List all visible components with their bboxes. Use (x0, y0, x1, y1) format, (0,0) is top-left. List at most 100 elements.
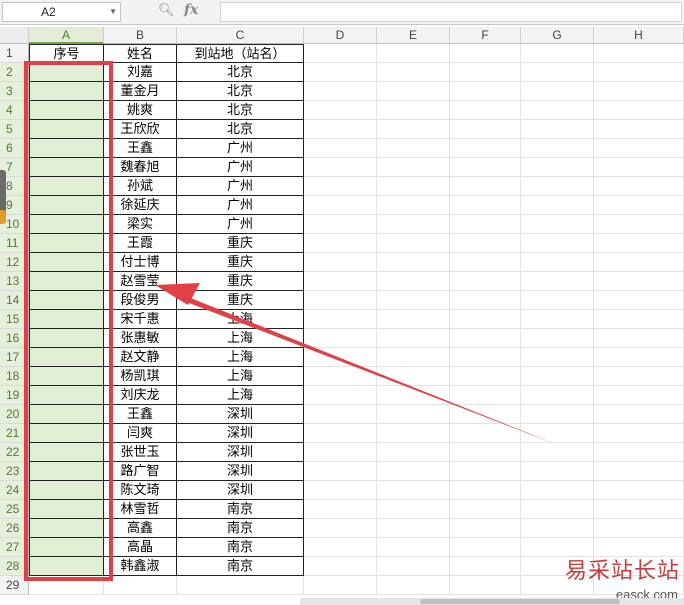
station-cell[interactable]: 南京 (177, 500, 304, 519)
name-cell[interactable]: 高鑫 (104, 519, 177, 538)
cell[interactable] (377, 386, 450, 405)
cell[interactable] (304, 310, 377, 329)
cell[interactable] (450, 196, 521, 215)
seq-cell[interactable] (29, 310, 104, 329)
cell[interactable] (304, 253, 377, 272)
seq-cell[interactable] (29, 139, 104, 158)
row-header[interactable]: 15 (0, 310, 29, 329)
seq-cell[interactable] (29, 557, 104, 576)
cell[interactable] (450, 101, 521, 120)
cell[interactable] (594, 462, 684, 481)
cell[interactable] (377, 158, 450, 177)
name-cell[interactable]: 刘庆龙 (104, 386, 177, 405)
cell[interactable] (450, 139, 521, 158)
cell[interactable] (377, 120, 450, 139)
cell[interactable] (304, 63, 377, 82)
row-header[interactable]: 11 (0, 234, 29, 253)
cell[interactable] (304, 348, 377, 367)
cell[interactable] (377, 44, 450, 63)
cell[interactable] (450, 538, 521, 557)
station-cell[interactable]: 广州 (177, 196, 304, 215)
name-cell[interactable]: 王鑫 (104, 139, 177, 158)
cell[interactable] (377, 82, 450, 101)
seq-cell[interactable] (29, 158, 104, 177)
name-cell[interactable]: 魏春旭 (104, 158, 177, 177)
cell[interactable] (377, 367, 450, 386)
seq-cell[interactable] (29, 177, 104, 196)
name-cell[interactable]: 徐延庆 (104, 196, 177, 215)
cell[interactable] (450, 272, 521, 291)
station-cell[interactable]: 重庆 (177, 234, 304, 253)
cell[interactable] (521, 424, 594, 443)
station-cell[interactable]: 上海 (177, 310, 304, 329)
cell[interactable] (377, 329, 450, 348)
cell[interactable] (377, 291, 450, 310)
name-cell[interactable]: 段俊男 (104, 291, 177, 310)
cell[interactable] (450, 310, 521, 329)
row-header[interactable]: 28 (0, 557, 29, 576)
cell[interactable] (377, 405, 450, 424)
cell[interactable] (177, 576, 304, 595)
column-header-f[interactable]: F (450, 27, 521, 44)
cell[interactable] (521, 63, 594, 82)
cell[interactable] (521, 443, 594, 462)
cell[interactable] (450, 63, 521, 82)
cell[interactable] (521, 196, 594, 215)
cell[interactable] (377, 310, 450, 329)
row-header[interactable]: 20 (0, 405, 29, 424)
cell[interactable] (377, 63, 450, 82)
column-header-e[interactable]: E (377, 27, 450, 44)
cell[interactable] (304, 500, 377, 519)
column-header-d[interactable]: D (304, 27, 377, 44)
name-cell[interactable]: 路广智 (104, 462, 177, 481)
seq-cell[interactable] (29, 538, 104, 557)
cell[interactable] (304, 234, 377, 253)
cell[interactable] (594, 44, 684, 63)
cell[interactable] (450, 386, 521, 405)
name-cell[interactable]: 陈文琦 (104, 481, 177, 500)
column-header-c[interactable]: C (177, 27, 304, 44)
name-cell[interactable]: 高晶 (104, 538, 177, 557)
row-header[interactable]: 14 (0, 291, 29, 310)
name-cell[interactable]: 王霞 (104, 234, 177, 253)
name-cell[interactable]: 闫爽 (104, 424, 177, 443)
cell[interactable] (450, 82, 521, 101)
cell[interactable] (521, 386, 594, 405)
cell[interactable] (594, 272, 684, 291)
row-header[interactable]: 3 (0, 82, 29, 101)
cell[interactable] (377, 481, 450, 500)
station-cell[interactable]: 深圳 (177, 443, 304, 462)
cell[interactable] (450, 348, 521, 367)
seq-cell[interactable] (29, 348, 104, 367)
cell[interactable] (594, 82, 684, 101)
cell[interactable] (304, 538, 377, 557)
seq-cell[interactable] (29, 500, 104, 519)
cell[interactable] (450, 215, 521, 234)
cell[interactable] (304, 82, 377, 101)
cell[interactable] (450, 177, 521, 196)
name-cell[interactable]: 赵雪莹 (104, 272, 177, 291)
cell[interactable] (450, 405, 521, 424)
row-header[interactable]: 4 (0, 101, 29, 120)
cell[interactable] (304, 139, 377, 158)
header-cell-seq[interactable]: 序号 (29, 44, 104, 63)
cell[interactable] (450, 424, 521, 443)
cell[interactable] (304, 424, 377, 443)
seq-cell[interactable] (29, 519, 104, 538)
cell[interactable] (521, 481, 594, 500)
cell[interactable] (594, 139, 684, 158)
cell[interactable] (304, 44, 377, 63)
cell[interactable] (304, 291, 377, 310)
cell[interactable] (594, 234, 684, 253)
cell[interactable] (594, 424, 684, 443)
cell[interactable] (521, 215, 594, 234)
cell[interactable] (450, 462, 521, 481)
cell[interactable] (594, 215, 684, 234)
cell[interactable] (377, 253, 450, 272)
cell[interactable] (450, 253, 521, 272)
cell[interactable] (521, 519, 594, 538)
cell[interactable] (594, 120, 684, 139)
name-cell[interactable]: 赵文静 (104, 348, 177, 367)
seq-cell[interactable] (29, 405, 104, 424)
cell[interactable] (521, 500, 594, 519)
